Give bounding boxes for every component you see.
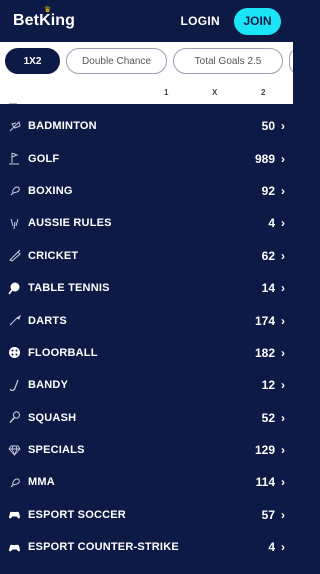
tab-total-goals[interactable]: Total Goals 2.5 [173, 48, 283, 74]
golf-icon [8, 152, 21, 165]
boxing-glove-icon [8, 184, 21, 197]
chevron-right-icon: › [281, 216, 285, 231]
event-count: 12 [261, 378, 275, 393]
chevron-right-icon: › [281, 345, 285, 360]
sport-label: TABLE TENNIS [28, 282, 110, 295]
event-count: 129 [254, 443, 275, 458]
chevron-right-icon: › [281, 183, 285, 198]
sport-label: BOXING [28, 184, 73, 197]
column-2-label: 2 [261, 88, 266, 97]
mma-glove-icon [8, 476, 21, 489]
sport-row-golf[interactable]: GOLF 989 › [0, 142, 293, 174]
crown-icon: ♛ [44, 5, 52, 14]
chevron-right-icon: › [281, 475, 285, 490]
sport-label: BADMINTON [28, 120, 97, 133]
floorball-icon [8, 346, 21, 359]
diamond-icon [8, 444, 21, 457]
sport-row-badminton[interactable]: BADMINTON 50 › [0, 110, 293, 142]
chevron-right-icon: › [281, 313, 285, 328]
sport-label: GOLF [28, 152, 60, 165]
gamepad-icon [8, 541, 21, 554]
sport-row-table-tennis[interactable]: TABLE TENNIS 14 › [0, 272, 293, 304]
sport-row-esport-counter-strike[interactable]: ESPORT COUNTER-STRIKE 4 › [0, 531, 293, 563]
sport-row-boxing[interactable]: BOXING 92 › [0, 175, 293, 207]
bandy-stick-icon [8, 379, 21, 392]
dart-icon [8, 314, 21, 327]
login-button[interactable]: LOGIN [181, 14, 221, 28]
event-count: 62 [261, 248, 275, 263]
table-tennis-icon [8, 282, 21, 295]
chevron-right-icon: › [281, 443, 285, 458]
sport-row-floorball[interactable]: FLOORBALL 182 › [0, 337, 293, 369]
chevron-right-icon: › [281, 507, 285, 522]
odds-column-header: 1 X 2 [0, 80, 293, 104]
join-button[interactable]: JOIN [234, 7, 281, 35]
sport-row-mma[interactable]: MMA 114 › [0, 466, 293, 498]
brand-name: BetKing [13, 12, 76, 29]
sport-label: FLOORBALL [28, 346, 98, 359]
sport-row-aussie-rules[interactable]: AUSSIE RULES 4 › [0, 207, 293, 239]
top-header: ♛ BetKing LOGIN JOIN [0, 0, 293, 42]
sport-label: SQUASH [28, 411, 77, 424]
sport-label: DARTS [28, 314, 67, 327]
sport-row-darts[interactable]: DARTS 174 › [0, 304, 293, 336]
chevron-right-icon: › [281, 248, 285, 263]
cricket-bat-icon [8, 249, 21, 262]
column-x-label: X [212, 88, 218, 97]
betking-logo[interactable]: ♛ BetKing [13, 6, 76, 30]
sport-label: CRICKET [28, 249, 79, 262]
sport-row-specials[interactable]: SPECIALS 129 › [0, 434, 293, 466]
event-count: 114 [255, 475, 275, 490]
chevron-right-icon: › [281, 540, 285, 555]
event-count: 4 [268, 216, 275, 231]
tab-more[interactable] [289, 48, 293, 74]
event-count: 174 [254, 313, 275, 328]
shuttlecock-icon [8, 120, 21, 133]
event-count: 52 [261, 410, 275, 425]
sport-label: MMA [28, 476, 55, 489]
sport-row-cricket[interactable]: CRICKET 62 › [0, 240, 293, 272]
chevron-right-icon: › [281, 410, 285, 425]
column-1-label: 1 [164, 88, 169, 97]
sport-label: AUSSIE RULES [28, 217, 112, 230]
tab-1x2[interactable]: 1X2 [5, 48, 60, 74]
aussie-rules-icon [8, 217, 21, 230]
event-count: 14 [261, 281, 275, 296]
event-count: 92 [261, 183, 275, 198]
chevron-right-icon: › [281, 281, 285, 296]
squash-racket-icon [8, 411, 21, 424]
chevron-right-icon: › [281, 119, 285, 134]
sport-label: SPECIALS [28, 444, 85, 457]
event-count: 57 [261, 507, 275, 522]
sport-row-esport-soccer[interactable]: ESPORT SOCCER 57 › [0, 499, 293, 531]
event-count: 50 [261, 119, 275, 134]
gamepad-icon [8, 508, 21, 521]
tab-double-chance[interactable]: Double Chance [66, 48, 167, 74]
sport-label: ESPORT SOCCER [28, 508, 126, 521]
chevron-right-icon: › [281, 378, 285, 393]
sports-list: BADMINTON 50 › GOLF 989 › BOXING 92 › AU… [0, 103, 293, 564]
sport-label: ESPORT COUNTER-STRIKE [28, 541, 179, 554]
event-count: 989 [254, 151, 275, 166]
market-tabs-bar: 1X2 Double Chance Total Goals 2.5 1 X 2 [0, 42, 293, 104]
event-count: 182 [254, 345, 275, 360]
chevron-right-icon: › [281, 151, 285, 166]
sport-label: BANDY [28, 379, 69, 392]
sport-row-squash[interactable]: SQUASH 52 › [0, 402, 293, 434]
event-count: 4 [268, 540, 275, 555]
sport-row-bandy[interactable]: BANDY 12 › [0, 369, 293, 401]
